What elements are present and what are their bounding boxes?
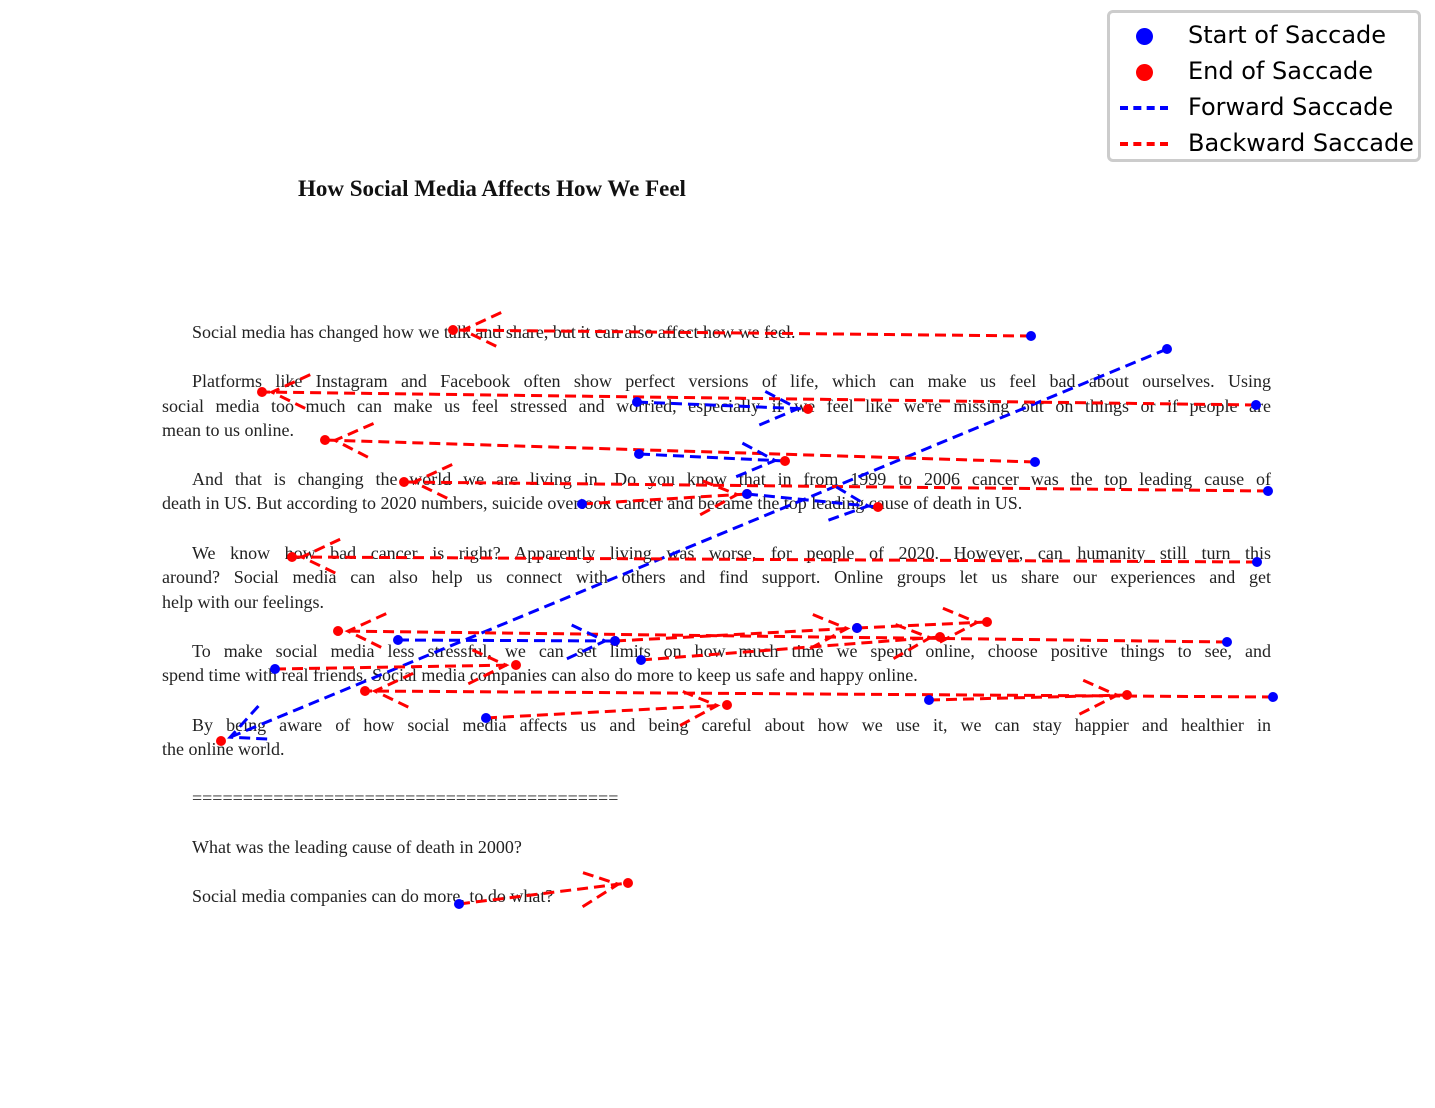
legend-label-start: Start of Saccade xyxy=(1188,21,1387,49)
saccade-path xyxy=(636,400,809,411)
saccade-path xyxy=(856,620,988,630)
saccade-start-point xyxy=(852,623,862,633)
saccade-path xyxy=(364,689,1274,699)
saccade-path xyxy=(614,626,858,643)
forward-saccade xyxy=(638,439,786,479)
saccade-start-point xyxy=(1026,331,1036,341)
backward-dash-icon xyxy=(1120,142,1168,146)
saccade-start-point xyxy=(1268,692,1278,702)
saccade-end-point xyxy=(623,878,633,888)
backward-saccade xyxy=(614,611,858,650)
forward-saccade xyxy=(397,621,616,661)
saccade-start-point xyxy=(270,664,280,674)
legend-item-forward: Forward Saccade xyxy=(1110,89,1418,125)
legend-label-backward: Backward Saccade xyxy=(1188,129,1414,157)
saccade-path xyxy=(220,347,1168,743)
legend-item-start: Start of Saccade xyxy=(1110,17,1418,53)
saccade-overlay xyxy=(216,311,1278,909)
saccade-path xyxy=(452,328,1032,338)
backward-saccade xyxy=(291,537,1258,577)
forward-saccade xyxy=(220,347,1168,743)
saccade-start-point xyxy=(632,397,642,407)
legend-label-end: End of Saccade xyxy=(1188,57,1374,85)
saccade-path xyxy=(274,663,517,671)
saccade-start-point xyxy=(1162,344,1172,354)
saccade-end-point xyxy=(803,404,813,414)
backward-saccade xyxy=(274,646,517,686)
forward-saccade xyxy=(636,387,809,427)
start-marker-icon xyxy=(1136,28,1153,45)
forward-dash-icon xyxy=(1120,106,1168,110)
saccade-end-point xyxy=(873,502,883,512)
end-marker-icon xyxy=(1136,64,1153,81)
saccade-path xyxy=(485,703,728,720)
saccade-start-point xyxy=(1263,486,1273,496)
backward-saccade xyxy=(337,612,1228,651)
saccade-end-point xyxy=(216,736,226,746)
legend-item-end: End of Saccade xyxy=(1110,53,1418,89)
saccade-end-point xyxy=(320,435,330,445)
saccade-end-point xyxy=(360,686,370,696)
saccade-end-point xyxy=(935,632,945,642)
saccade-start-point xyxy=(634,449,644,459)
saccade-path xyxy=(291,555,1258,564)
saccade-start-point xyxy=(577,499,587,509)
saccade-end-point xyxy=(333,626,343,636)
saccade-start-point xyxy=(742,489,752,499)
saccade-start-point xyxy=(636,655,646,665)
saccade-start-point xyxy=(454,899,464,909)
saccade-start-point xyxy=(1222,637,1232,647)
saccade-end-point xyxy=(780,456,790,466)
saccade-end-point xyxy=(399,477,409,487)
saccade-end-point xyxy=(448,325,458,335)
saccade-end-point xyxy=(1122,690,1132,700)
saccade-start-point xyxy=(393,635,403,645)
saccade-start-point xyxy=(481,713,491,723)
backward-saccade xyxy=(458,869,629,909)
saccade-end-point xyxy=(511,660,521,670)
legend-item-backward: Backward Saccade xyxy=(1110,125,1418,161)
saccade-end-point xyxy=(982,617,992,627)
saccade-end-point xyxy=(257,387,267,397)
backward-saccade xyxy=(261,373,1257,412)
backward-saccade xyxy=(640,621,941,662)
saccade-start-point xyxy=(610,636,620,646)
saccade-start-point xyxy=(924,695,934,705)
saccade-path xyxy=(397,638,616,643)
backward-saccade xyxy=(452,311,1032,350)
legend-label-forward: Forward Saccade xyxy=(1188,93,1394,121)
legend: Start of Saccade End of Saccade Forward … xyxy=(1107,10,1421,162)
saccade-start-point xyxy=(1251,400,1261,410)
saccade-path xyxy=(261,390,1257,407)
saccade-path xyxy=(324,438,1036,464)
saccade-start-point xyxy=(1030,457,1040,467)
saccade-end-point xyxy=(722,700,732,710)
saccade-end-point xyxy=(287,552,297,562)
backward-saccade xyxy=(364,671,1274,711)
backward-saccade xyxy=(403,463,1269,502)
reading-figure: How Social Media Affects How We Feel Soc… xyxy=(0,0,1435,1108)
saccade-path xyxy=(403,480,1269,493)
saccade-start-point xyxy=(1252,557,1262,567)
backward-saccade xyxy=(485,688,728,727)
